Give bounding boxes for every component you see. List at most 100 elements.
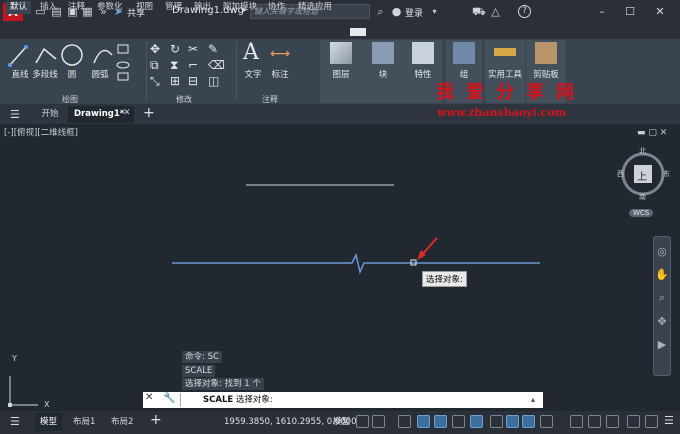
customization-icon[interactable]: ☰ [664,414,674,427]
ortho-icon[interactable] [398,415,411,428]
watermark-title: 我爱分享网 [436,82,586,103]
annotation-monitor-icon[interactable] [588,415,601,428]
help-icon[interactable]: ? [518,5,531,18]
tab-featured-apps[interactable]: 精选应用 [294,1,336,14]
lineweight-icon[interactable] [490,415,503,428]
tab-insert[interactable]: 插入 [36,1,61,14]
tab-parametric[interactable]: 参数化 [93,1,127,14]
properties-icon [412,42,434,64]
svg-text:✎: ✎ [208,42,218,56]
viewcube-north[interactable]: 北 [639,146,646,156]
ribbon-separator [146,42,147,100]
arc-button[interactable]: 圆弧 [88,68,112,80]
tab-model[interactable]: 模型 [35,413,63,431]
isodraft-icon[interactable] [434,415,447,428]
viewcube-west[interactable]: 西 [617,169,624,179]
close-tab-icon[interactable]: ✕ [123,108,131,118]
autodesk-account-icon[interactable]: △ [489,5,502,18]
text-icon: A [243,40,259,65]
circle-button[interactable]: 圆 [62,68,82,80]
clean-screen-icon[interactable] [645,415,658,428]
units-icon[interactable] [606,415,619,428]
tab-layout2[interactable]: 布局2 [106,413,138,431]
svg-text:⌫: ⌫ [207,58,225,72]
close-button[interactable]: ✕ [652,4,668,19]
add-layout-button[interactable]: + [150,412,162,428]
workspace-icon[interactable] [570,415,583,428]
tab-layout1[interactable]: 布局1 [68,413,100,431]
snap-icon[interactable] [372,415,385,428]
viewcube-south[interactable]: 南 [639,192,646,202]
command-history-toggle-icon[interactable]: ▴ [531,395,535,404]
maximize-button[interactable]: ☐ [622,4,638,19]
orbit-icon[interactable]: ✥ [654,315,670,328]
wcs-menu[interactable]: WCS [629,209,654,217]
viewcube-top-label[interactable]: 上 [637,168,647,183]
text-button[interactable]: 文字 [241,68,265,80]
svg-text:✥: ✥ [150,42,160,56]
tab-default[interactable]: 默认 [6,1,32,14]
command-history-line: 选择对象: 找到 1 个 [182,378,264,390]
chevron-down-icon[interactable]: ▾ [428,5,441,18]
ucs-origin [8,403,12,407]
svg-text:⧉: ⧉ [150,58,159,72]
model-space-toggle[interactable]: 模型 [333,413,350,431]
tab-collaborate[interactable]: 协作 [264,1,289,14]
close-command-icon[interactable]: ✕ [145,392,153,403]
ribbon-separator [236,42,237,100]
pan-icon[interactable]: ✋ [654,268,670,281]
selection-cycling-icon[interactable] [522,415,535,428]
block-button[interactable]: 块 [362,68,404,80]
tab-start[interactable]: 开始 [34,106,66,123]
command-keyword: SCALE [203,395,234,405]
svg-text:⊟: ⊟ [188,74,198,88]
command-input[interactable]: SCALE 选择对象: [180,393,541,407]
showmotion-icon[interactable]: ▶ [654,338,670,351]
ribbon-toggle-button[interactable] [350,28,366,36]
layers-button[interactable]: 图层 [320,68,362,80]
break-line-selected[interactable] [172,252,540,275]
clipboard-icon [535,42,557,64]
zoom-icon[interactable]: ⌕ [654,291,670,305]
block-icon [372,42,394,64]
annotation-scale-icon[interactable] [540,415,553,428]
modify-tools-icons: ✥ ↻ ✂ ✎ ⧉ ⧗ ⌐ ⌫ ⤡ ⊞ ⊟ ◫ [150,42,225,88]
grid-icon[interactable] [356,415,369,428]
tab-addins[interactable]: 附加模块 [219,1,261,14]
polar-icon[interactable] [417,415,430,428]
svg-text:◫: ◫ [208,74,219,88]
hamburger-menu-icon[interactable]: ☰ [10,108,20,121]
tab-manage[interactable]: 管理 [161,1,186,14]
tab-view[interactable]: 视图 [132,1,157,14]
new-tab-button[interactable]: + [143,105,155,121]
svg-text:⊞: ⊞ [170,74,180,88]
svg-text:⌐: ⌐ [188,58,198,72]
steering-wheel-icon[interactable]: ◎ [654,245,670,258]
ribbon-tabs [0,24,680,39]
customize-icon[interactable]: 🔧 [163,393,175,404]
tab-output[interactable]: 输出 [190,1,215,14]
hamburger-menu-icon[interactable]: ☰ [10,415,20,428]
minimize-button[interactable]: – [594,4,610,19]
svg-text:⧗: ⧗ [170,58,178,72]
object-snap-icon[interactable] [470,415,483,428]
dimension-button[interactable]: 标注 [268,68,292,80]
viewcube-east[interactable]: 东 [663,169,670,179]
tab-annotate[interactable]: 注释 [64,1,89,14]
drawing-canvas[interactable] [0,124,680,411]
ruler-icon [494,48,516,56]
user-icon[interactable]: ● [390,5,403,18]
transparency-icon[interactable] [506,415,519,428]
command-history-line: SCALE [182,365,216,377]
svg-text:✂: ✂ [188,42,198,56]
object-snap-tracking-icon[interactable] [452,415,465,428]
cart-icon[interactable]: ⛟ [472,5,486,18]
dimension-icon: ⟷ [270,46,291,62]
login-button[interactable]: 登录 [405,6,423,19]
group-icon [453,42,475,64]
isolate-objects-icon[interactable] [627,415,640,428]
polyline-button[interactable]: 多段线 [30,68,60,80]
search-icon[interactable]: ⌕ [374,5,387,18]
watermark-url: www.zhanshaoyi.com [437,106,567,119]
navigation-bar[interactable]: ◎ ✋ ⌕ ✥ ▶ [653,236,671,376]
